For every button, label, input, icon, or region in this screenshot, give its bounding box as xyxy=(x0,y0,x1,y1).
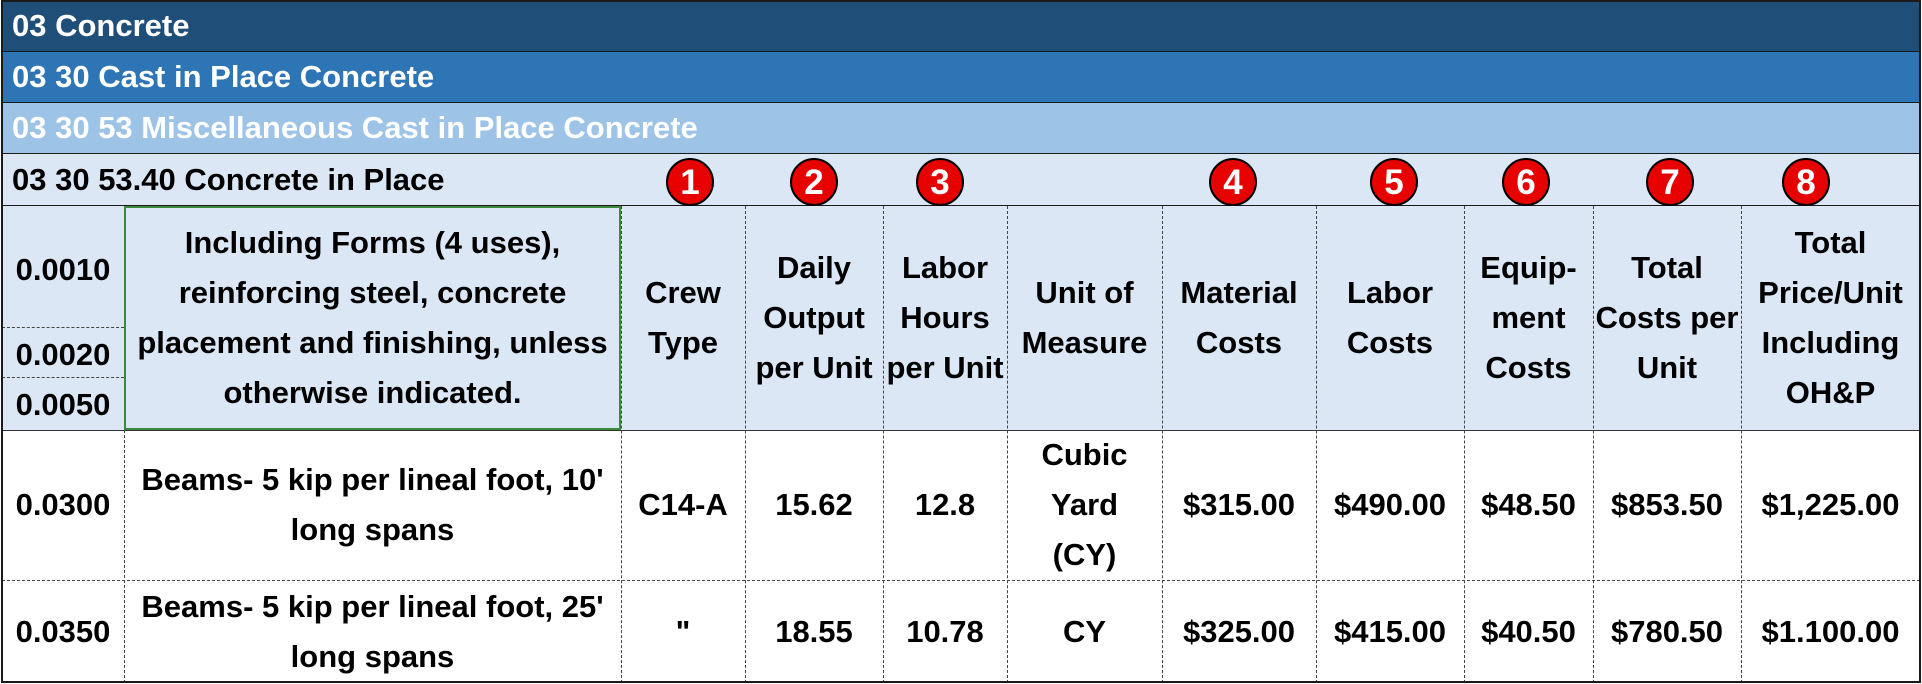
description-header: Including Forms (4 uses), reinforcing st… xyxy=(124,206,621,430)
header-code: 0.0020 xyxy=(15,337,111,372)
row-description: Beams- 5 kip per lineal foot, 10' long s… xyxy=(141,462,604,547)
row-equipment: $48.50 xyxy=(1481,487,1576,522)
row-description: Beams- 5 kip per lineal foot, 25' long s… xyxy=(141,588,604,674)
total-price-header: Total Price/Unit Including OH&P xyxy=(1758,225,1903,410)
badge-5: 5 xyxy=(1370,158,1418,206)
total-costs-header: Total Costs per Unit xyxy=(1595,250,1739,385)
equipment-costs-header: Equip-ment Costs xyxy=(1480,250,1577,385)
row-code: 0.0350 xyxy=(15,613,111,649)
row-total: $780.50 xyxy=(1610,613,1724,649)
row-material: $315.00 xyxy=(1182,487,1296,522)
item-title: 03 30 53.40 Concrete in Place xyxy=(12,161,445,197)
row-total-price: $1,225.00 xyxy=(1761,487,1900,522)
labor-hours-header: Labor Hours per Unit xyxy=(886,250,1004,385)
row-labor: $490.00 xyxy=(1333,487,1447,522)
row-daily-output: 15.62 xyxy=(775,487,853,522)
section-title: 03 30 Cast in Place Concrete xyxy=(12,59,435,94)
badge-7: 7 xyxy=(1646,158,1694,206)
row-unit: Cubic Yard (CY) xyxy=(1041,437,1128,572)
row-crew: C14-A xyxy=(638,487,728,522)
row-crew: " xyxy=(675,613,691,649)
row-unit: CY xyxy=(1062,613,1107,649)
subsection-title: 03 30 53 Miscellaneous Cast in Place Con… xyxy=(12,110,698,145)
header-code: 0.0010 xyxy=(15,252,111,287)
division-title: 03 Concrete xyxy=(12,8,190,43)
row-code: 0.0300 xyxy=(15,487,111,522)
row-labor: $415.00 xyxy=(1333,613,1447,649)
badge-2: 2 xyxy=(790,158,838,206)
badge-3: 3 xyxy=(916,158,964,206)
labor-costs-header: Labor Costs xyxy=(1346,275,1434,360)
cost-table: 03 Concrete 03 30 Cast in Place Concrete… xyxy=(0,0,1922,684)
daily-output-header: Daily Output per Unit xyxy=(755,250,873,385)
row-labor-hours: 12.8 xyxy=(914,487,976,522)
row-total-price: $1.100.00 xyxy=(1761,613,1900,649)
crew-type-header: Crew Type xyxy=(645,275,721,360)
row-equipment: $40.50 xyxy=(1481,613,1576,649)
badge-6: 6 xyxy=(1502,158,1550,206)
row-daily-output: 18.55 xyxy=(775,613,853,649)
subsection-band: 03 30 53 Miscellaneous Cast in Place Con… xyxy=(2,103,1920,154)
row-labor-hours: 10.78 xyxy=(906,613,984,649)
badge-1: 1 xyxy=(666,158,714,206)
badge-4: 4 xyxy=(1209,158,1257,206)
material-costs-header: Material Costs xyxy=(1180,275,1298,360)
badge-8: 8 xyxy=(1782,158,1830,206)
row-total: $853.50 xyxy=(1610,487,1724,522)
description-header-text: Including Forms (4 uses), reinforcing st… xyxy=(137,225,608,410)
unit-header: Unit of Measure xyxy=(1021,275,1148,360)
header-code: 0.0050 xyxy=(15,387,111,422)
row-material: $325.00 xyxy=(1182,613,1296,649)
section-band: 03 30 Cast in Place Concrete xyxy=(2,52,1920,103)
division-band: 03 Concrete xyxy=(2,1,1920,52)
